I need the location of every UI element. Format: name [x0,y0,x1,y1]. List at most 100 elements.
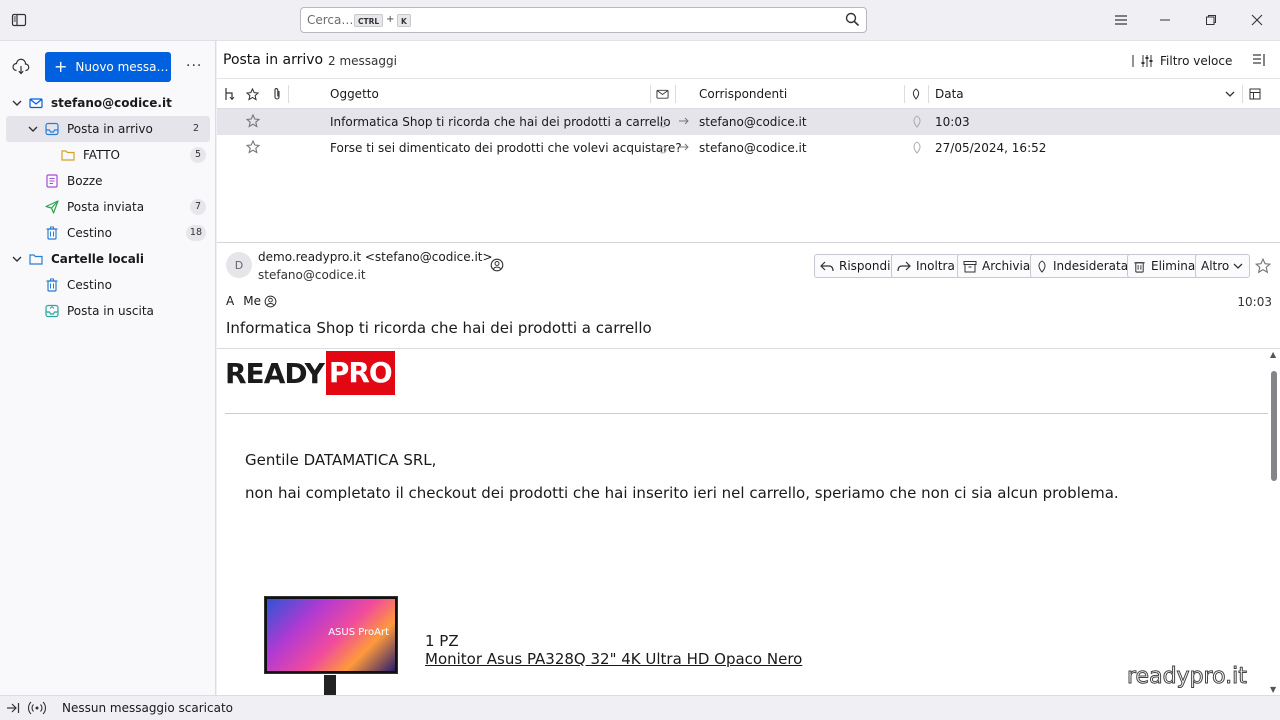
trash-icon [1134,261,1145,273]
chevron-down-icon[interactable] [11,253,23,265]
chevron-down-icon[interactable] [11,97,23,109]
read-status-dot-icon[interactable] [659,117,667,131]
column-subject[interactable]: Oggetto [330,79,379,109]
column-correspondents[interactable]: Corrispondenti [699,79,787,109]
scroll-down-arrow-icon[interactable]: ▼ [1270,685,1276,694]
minimize-icon [1160,19,1170,21]
folder-pane-more-button[interactable]: ··· [186,58,202,74]
junk-flame-icon [1038,259,1046,273]
column-picker-icon[interactable] [1249,79,1261,109]
search-input[interactable]: Cerca… CTRL + K [300,7,867,33]
restore-button[interactable] [1188,0,1234,40]
sender-avatar: D [226,252,252,278]
folder-sent[interactable]: Posta inviata 7 [0,194,216,220]
column-date[interactable]: Data [935,79,964,109]
folder-label: stefano@codice.it [51,96,172,110]
star-icon[interactable] [245,113,261,131]
plus-icon: + [54,57,68,76]
message-subject: Forse ti sei dimenticato dei prodotti ch… [330,141,682,155]
sort-chevron-down-icon[interactable] [1224,79,1236,109]
star-icon[interactable] [1254,257,1272,277]
sender-address[interactable]: stefano@codice.it [258,268,366,282]
folder-fatto[interactable]: FATTO 5 [0,142,216,168]
delete-label: Elimina [1151,259,1196,273]
message-date: 27/05/2024, 16:52 [935,141,1047,155]
outbox-icon [45,304,59,318]
minimize-button[interactable] [1142,0,1188,40]
junk-icon[interactable] [911,141,923,157]
folder-label: Cestino [67,226,112,240]
new-message-label: Nuovo messa… [75,60,169,74]
read-status-dot-icon[interactable] [659,143,667,157]
monitor-stand [324,675,336,695]
delete-button[interactable]: Elimina [1127,254,1202,278]
folder-trash[interactable]: Cestino 18 [0,220,216,246]
star-icon[interactable] [245,139,261,157]
message-count: 2 messaggi [328,54,397,68]
display-options-icon[interactable] [1252,53,1266,70]
sender-name[interactable]: demo.readypro.it <stefano@codice.it> [258,250,493,264]
logo-pro-text: PRO [325,351,395,395]
message-list: Informatica Shop ti ricorda che hai dei … [217,109,1280,243]
get-messages-icon[interactable] [12,58,30,79]
shortcut-plus: + [386,14,395,25]
contact-icon[interactable] [264,295,277,308]
reply-button[interactable]: Rispondi [814,254,897,278]
more-button[interactable]: Altro [1195,254,1251,278]
online-status-icon[interactable] [27,700,47,719]
folder-title: Posta in arrivo [223,52,324,68]
message-row[interactable]: Informatica Shop ti ricorda che hai dei … [217,109,1280,135]
divider [225,413,1268,414]
collapse-pane-icon[interactable] [6,701,20,718]
folder-label: Bozze [67,174,103,188]
quick-filter-button[interactable]: Filtro veloce [1131,51,1232,71]
junk-icon[interactable] [911,115,923,131]
search-icon[interactable] [845,12,860,30]
logo-ready-text: READY [225,356,325,390]
junk-button[interactable]: Indesiderata [1030,254,1135,278]
junk-status-column-icon[interactable] [910,79,922,109]
recipient-line: A Me [226,294,277,308]
folder-local-trash[interactable]: Cestino [0,272,216,298]
count-badge: 5 [190,147,206,163]
more-label: Altro [1201,259,1230,273]
folder-drafts[interactable]: Bozze [0,168,216,194]
folder-label: Posta in uscita [67,304,154,318]
filter-icon [1141,55,1153,67]
shortcut-key-ctrl: CTRL [354,14,384,27]
recipient-name[interactable]: Me [243,294,261,308]
folder-outbox[interactable]: Posta in uscita [0,298,216,324]
quick-filter-label: Filtro veloce [1160,54,1233,68]
thread-column-icon[interactable] [223,79,235,109]
scroll-up-arrow-icon[interactable]: ▲ [1270,350,1276,359]
app-menu-button[interactable] [1098,0,1144,40]
message-body-scrollbar[interactable]: ▲ ▼ [1268,349,1280,695]
forward-icon [897,261,911,272]
forward-button[interactable]: Inoltra [891,254,961,278]
close-button[interactable] [1234,0,1280,40]
folder-inbox[interactable]: Posta in arrivo 2 [6,116,210,142]
readypro-logo[interactable]: READY PRO [225,351,395,395]
folder-local-folders[interactable]: Cartelle locali [0,246,216,272]
attachment-column-icon[interactable] [271,79,283,109]
product-image[interactable]: ASUS ProArt [264,596,398,674]
new-message-button[interactable]: + Nuovo messa… [45,52,171,82]
add-contact-icon[interactable] [490,258,504,275]
folder-account-stefano[interactable]: stefano@codice.it [0,90,216,116]
shortcut-key-k: K [397,14,411,27]
read-status-column-icon[interactable] [656,79,669,109]
folder-label: Cartelle locali [51,252,145,266]
body-paragraph: non hai completato il checkout dei prodo… [245,484,1119,502]
star-column-icon[interactable] [246,79,259,109]
message-row[interactable]: Forse ti sei dimenticato dei prodotti ch… [217,135,1280,161]
archive-button[interactable]: Archivia [957,254,1037,278]
scrollbar-thumb[interactable] [1271,371,1277,481]
status-text: Nessun messaggio scaricato [62,701,234,715]
product-link[interactable]: Monitor Asus PA328Q 32" 4K Ultra HD Opac… [425,650,802,668]
column-headers: Oggetto Corrispondenti Data [217,79,1280,109]
spaces-toolbar-icon[interactable] [10,11,30,31]
product-quantity: 1 PZ [425,632,459,650]
archive-label: Archivia [982,259,1031,273]
chevron-down-icon[interactable] [27,123,39,135]
outgoing-arrow-icon [678,141,690,155]
